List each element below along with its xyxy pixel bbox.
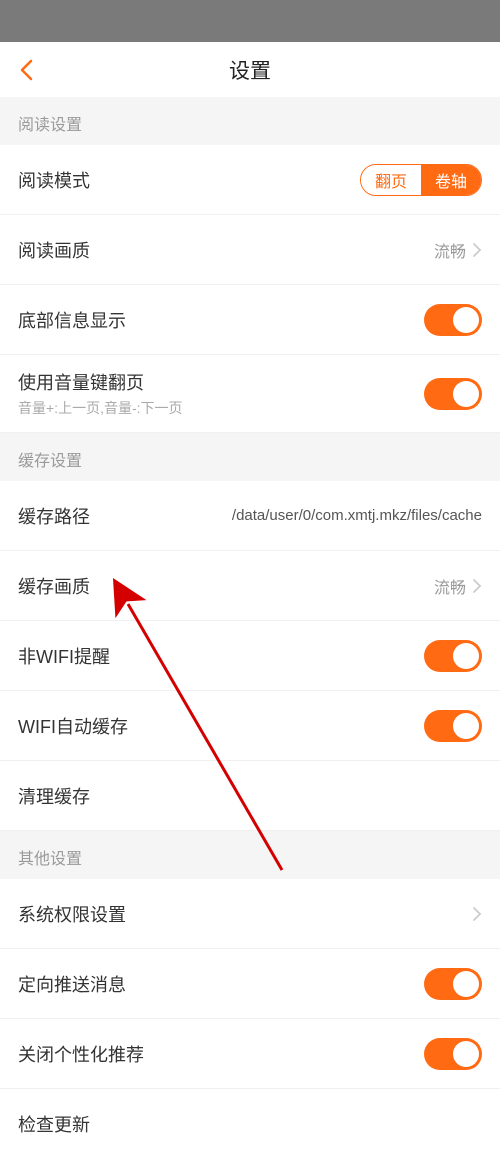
non-wifi-switch[interactable] <box>424 640 482 672</box>
cache-quality-value: 流畅 <box>434 574 466 598</box>
reading-mode-segment: 翻页 卷轴 <box>360 164 482 196</box>
nav-bar: 设置 <box>0 42 500 97</box>
row-reading-quality[interactable]: 阅读画质 流畅 <box>0 215 500 285</box>
reading-quality-label: 阅读画质 <box>18 237 90 263</box>
row-bottom-info: 底部信息显示 <box>0 285 500 355</box>
back-button[interactable] <box>14 58 38 82</box>
non-wifi-label: 非WIFI提醒 <box>18 643 110 669</box>
bottom-info-label: 底部信息显示 <box>18 307 126 333</box>
chevron-right-icon <box>472 242 482 258</box>
seg-scroll[interactable]: 卷轴 <box>421 165 481 195</box>
wifi-auto-label: WIFI自动缓存 <box>18 713 128 739</box>
push-label: 定向推送消息 <box>18 971 126 997</box>
personal-label: 关闭个性化推荐 <box>18 1041 144 1067</box>
volume-flip-sub: 音量+:上一页,音量-:下一页 <box>18 398 183 418</box>
cache-quality-label: 缓存画质 <box>18 573 90 599</box>
row-system-perm[interactable]: 系统权限设置 <box>0 879 500 949</box>
row-cache-quality[interactable]: 缓存画质 流畅 <box>0 551 500 621</box>
back-icon <box>19 59 33 81</box>
personal-switch[interactable] <box>424 1038 482 1070</box>
row-reading-mode: 阅读模式 翻页 卷轴 <box>0 145 500 215</box>
row-check-update[interactable]: 检查更新 <box>0 1089 500 1159</box>
section-header-reading: 阅读设置 <box>0 97 500 145</box>
row-personal: 关闭个性化推荐 <box>0 1019 500 1089</box>
system-perm-label: 系统权限设置 <box>18 901 126 927</box>
bottom-info-switch[interactable] <box>424 304 482 336</box>
cache-path-label: 缓存路径 <box>18 503 90 529</box>
status-bar <box>0 0 500 42</box>
cache-path-value: /data/user/0/com.xmtj.mkz/files/cache <box>232 507 482 524</box>
wifi-auto-switch[interactable] <box>424 710 482 742</box>
reading-mode-label: 阅读模式 <box>18 167 90 193</box>
chevron-right-icon <box>472 906 482 922</box>
row-push: 定向推送消息 <box>0 949 500 1019</box>
seg-page-flip[interactable]: 翻页 <box>361 165 421 195</box>
push-switch[interactable] <box>424 968 482 1000</box>
chevron-right-icon <box>472 578 482 594</box>
section-header-cache: 缓存设置 <box>0 433 500 481</box>
section-header-other: 其他设置 <box>0 831 500 879</box>
clear-cache-label: 清理缓存 <box>18 783 90 809</box>
check-update-label: 检查更新 <box>18 1111 90 1137</box>
page-title: 设置 <box>229 55 271 85</box>
row-wifi-auto: WIFI自动缓存 <box>0 691 500 761</box>
reading-quality-value: 流畅 <box>434 238 466 262</box>
row-non-wifi: 非WIFI提醒 <box>0 621 500 691</box>
row-cache-path: 缓存路径 /data/user/0/com.xmtj.mkz/files/cac… <box>0 481 500 551</box>
row-volume-flip: 使用音量键翻页 音量+:上一页,音量-:下一页 <box>0 355 500 433</box>
volume-flip-label: 使用音量键翻页 <box>18 369 183 395</box>
volume-flip-switch[interactable] <box>424 378 482 410</box>
row-clear-cache[interactable]: 清理缓存 <box>0 761 500 831</box>
